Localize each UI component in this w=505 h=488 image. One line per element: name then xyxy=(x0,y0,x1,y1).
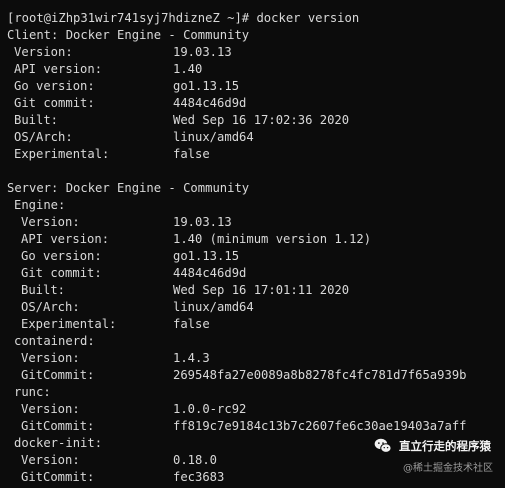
client-row-built: Built: Wed Sep 16 17:02:36 2020 xyxy=(14,113,350,127)
wechat-icon xyxy=(374,438,392,453)
watermark-title: 直立行走的程序猿 xyxy=(399,439,491,453)
engine-row-version: Version: 19.03.13 xyxy=(21,215,232,229)
runc-row-gitcommit: GitCommit: ff819c7e9184c13b7c2607fe6c30ae… xyxy=(21,419,467,433)
containerd-row-gitcommit: GitCommit: 269548fa27e0089a8b8278fc4fc781… xyxy=(21,368,467,382)
engine-row-experimental: Experimental: false xyxy=(21,317,210,331)
server-heading: Server: Docker Engine - Community xyxy=(7,181,250,195)
client-row-os-arch: OS/Arch: linux/amd64 xyxy=(14,130,254,144)
engine-row-built: Built: Wed Sep 16 17:01:11 2020 xyxy=(21,283,350,297)
runc-heading: runc: xyxy=(14,385,51,399)
command-prompt-line: [root@iZhp31wir741syj7hdizneZ ~]# docker… xyxy=(7,10,505,27)
client-row-git-commit: Git commit: 4484c46d9d xyxy=(14,96,247,110)
containerd-heading: containerd: xyxy=(14,334,95,348)
command-prompt: [root@iZhp31wir741syj7hdizneZ ~]# docker… xyxy=(7,11,360,25)
runc-row-version: Version: 1.0.0-rc92 xyxy=(21,402,247,416)
client-row-api-version: API version: 1.40 xyxy=(14,62,203,76)
client-heading: Client: Docker Engine - Community xyxy=(7,28,250,42)
watermark-subtitle: @稀土掘金技术社区 xyxy=(403,463,493,474)
client-row-go-version: Go version: go1.13.15 xyxy=(14,79,240,93)
engine-heading: Engine: xyxy=(14,198,66,212)
watermark: 直立行走的程序猿 xyxy=(373,436,491,456)
engine-row-api-version: API version: 1.40 (minimum version 1.12) xyxy=(21,232,372,246)
containerd-row-version: Version: 1.4.3 xyxy=(21,351,210,365)
engine-row-git-commit: Git commit: 4484c46d9d xyxy=(21,266,247,280)
engine-row-os-arch: OS/Arch: linux/amd64 xyxy=(21,300,254,314)
client-row-experimental: Experimental: false xyxy=(14,147,210,161)
engine-row-go-version: Go version: go1.13.15 xyxy=(21,249,240,263)
terminal-output[interactable]: [root@iZhp31wir741syj7hdizneZ ~]# docker… xyxy=(0,0,505,488)
client-row-version: Version: 19.03.13 xyxy=(14,45,232,59)
